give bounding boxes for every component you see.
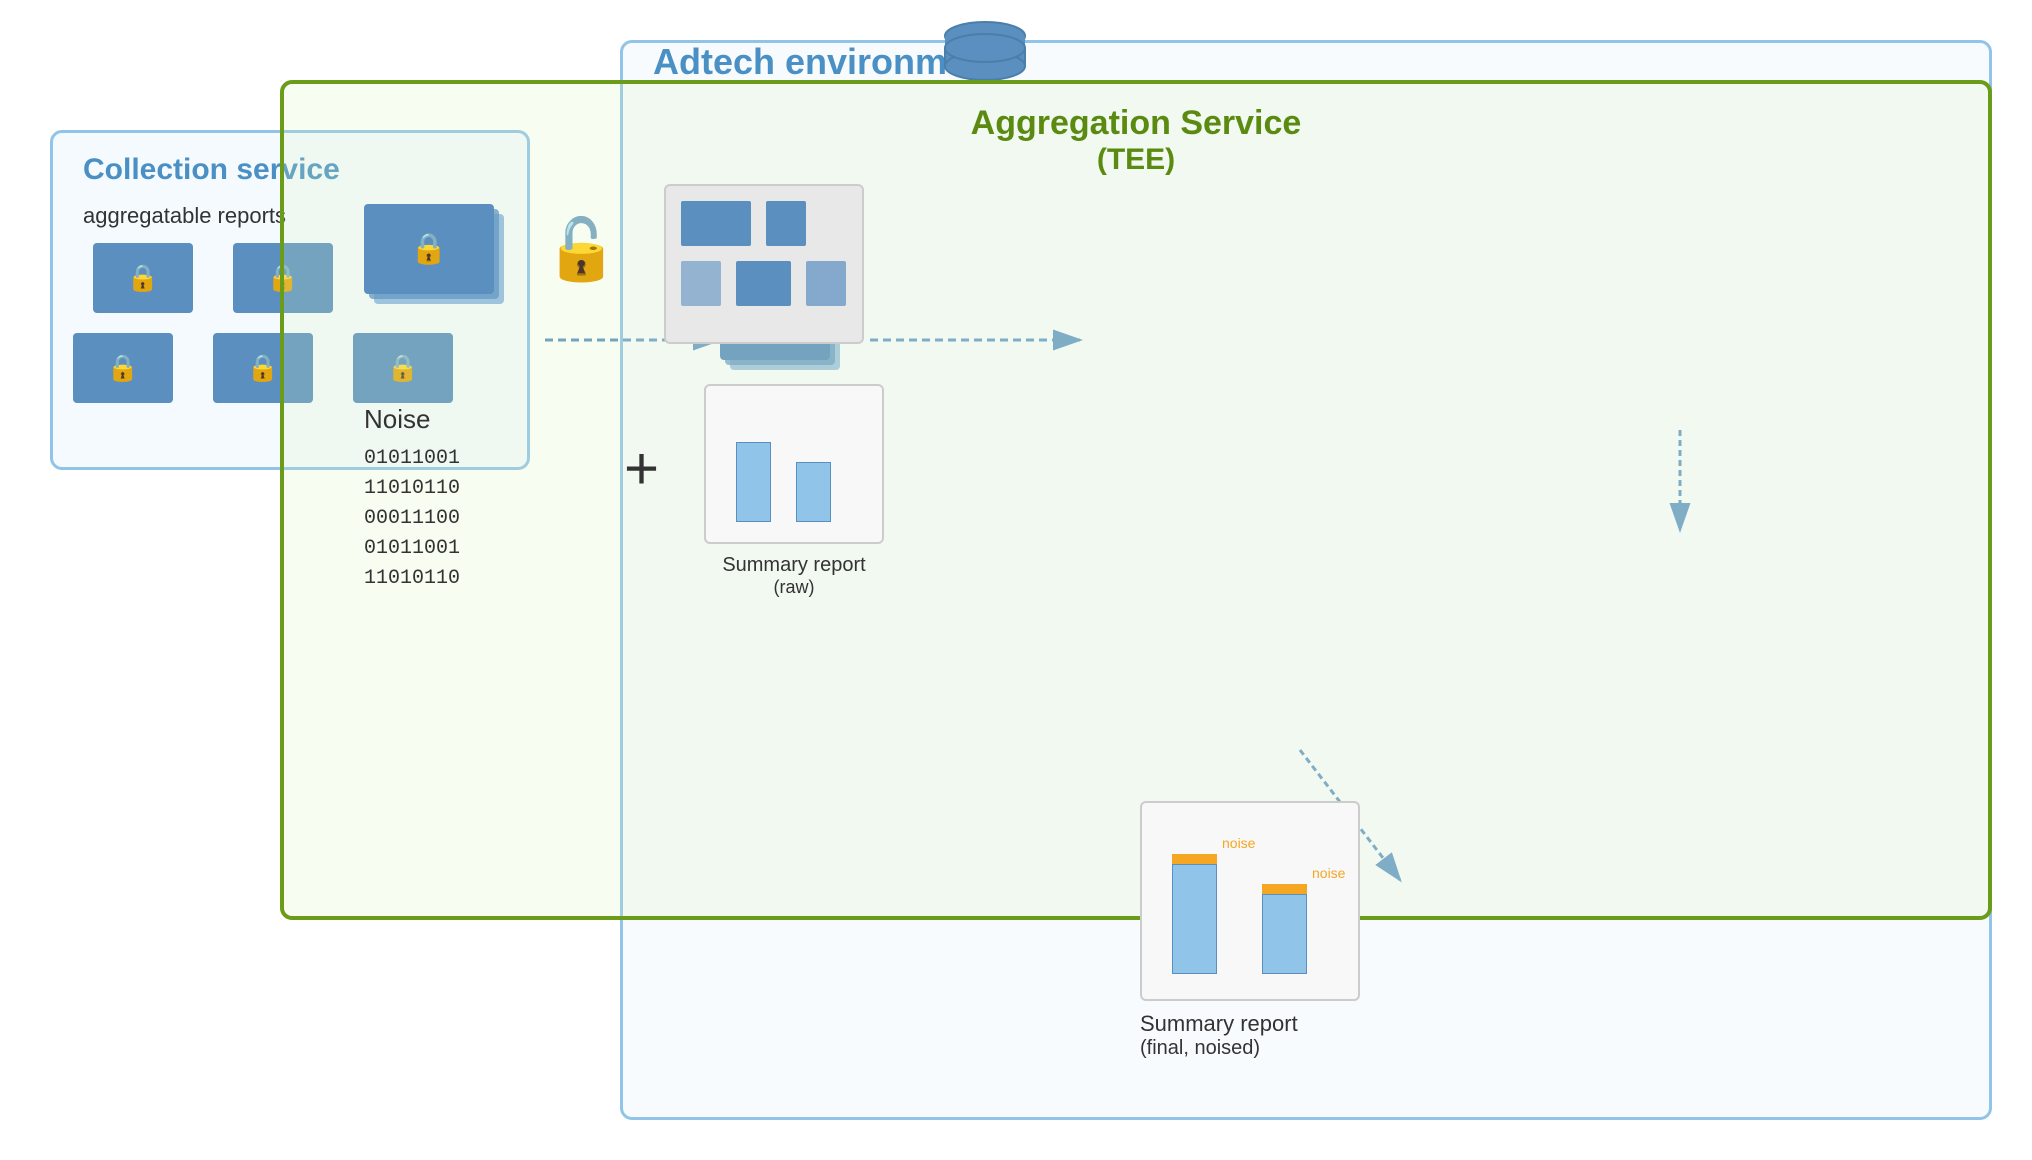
summary-report-raw-label: Summary report (raw)	[704, 554, 884, 598]
unlocked-padlock-icon: 🔓	[544, 214, 619, 285]
summary-report-raw-doc	[704, 384, 884, 544]
summary-report-final-container: noise noise Summary report (final, noise…	[1140, 801, 1360, 1060]
plus-sign: +	[624, 434, 659, 503]
noise-label-2: noise	[1312, 865, 1345, 881]
report-card-1: 🔒	[93, 243, 193, 313]
noise-binary-text: 01011001 11010110 00011100 01011001 1101…	[364, 444, 460, 594]
noise-label-1: noise	[1222, 835, 1255, 851]
summary-report-final-label: Summary report (final, noised)	[1140, 1011, 1360, 1060]
aggregation-service-box: Aggregation Service (TEE) 🔒 🔓 Noise	[280, 80, 1992, 920]
diagram-container: Adtech environment Collection service ag…	[0, 0, 2032, 1160]
report-card-3: 🔒	[73, 333, 173, 403]
grid-document	[664, 184, 864, 344]
summary-report-final-doc: noise noise	[1140, 801, 1360, 1001]
aggregation-service-label: Aggregation Service (TEE)	[284, 104, 1988, 177]
summary-report-raw-container: Summary report (raw)	[704, 384, 884, 598]
aggregatable-reports-text: aggregatable reports	[83, 203, 286, 229]
noise-label: Noise	[364, 404, 430, 435]
